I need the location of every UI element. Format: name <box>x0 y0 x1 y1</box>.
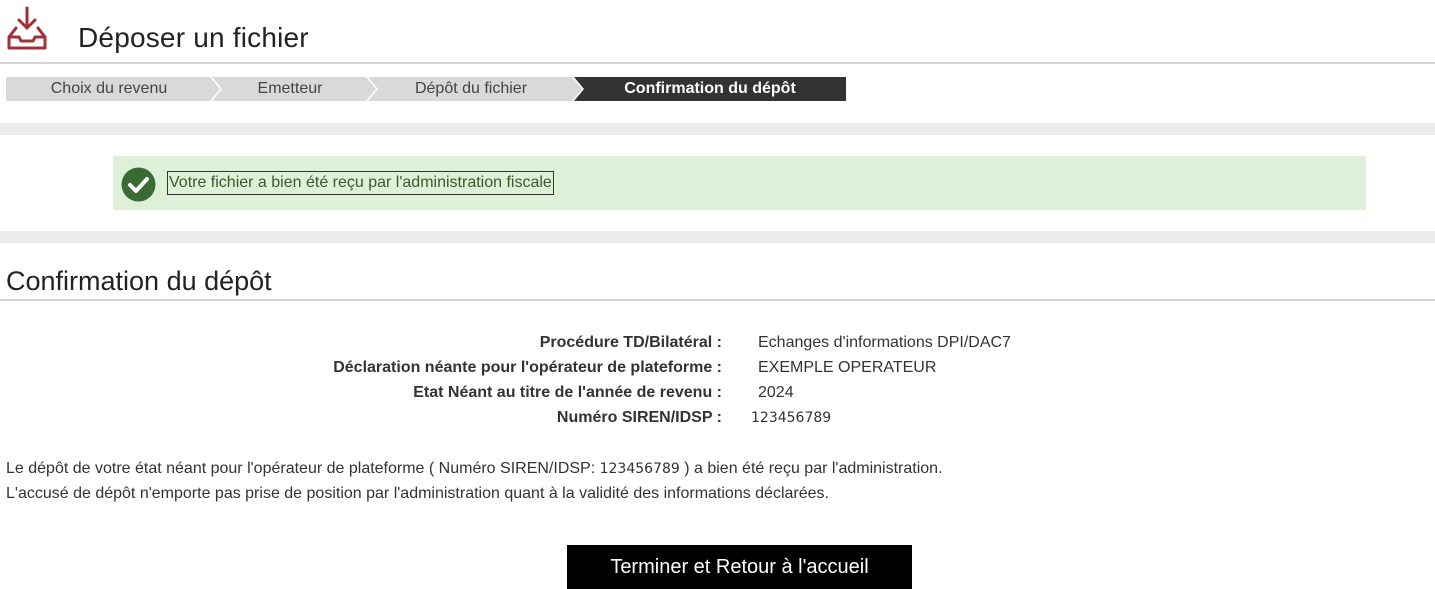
step-label: Choix du revenu <box>50 80 168 97</box>
detail-label: Déclaration néante pour l'opérateur de p… <box>333 359 722 376</box>
detail-label: Procédure TD/Bilatéral : <box>539 334 722 351</box>
detail-value: 2024 <box>758 384 794 401</box>
step-label: Dépôt du fichier <box>414 80 528 97</box>
check-circle-icon <box>121 167 156 202</box>
separator-band <box>0 231 1435 243</box>
step-label: Confirmation du dépôt <box>624 80 796 97</box>
section-divider <box>0 299 1435 301</box>
disclaimer-message: L'accusé de dépôt n'emporte pas prise de… <box>6 485 829 502</box>
page: Déposer un fichier Choix du revenu Emett… <box>0 0 1435 589</box>
detail-row-annee: Etat Néant au titre de l'année de revenu… <box>0 382 1435 404</box>
detail-row-siren: Numéro SIREN/IDSP : 123456789 <box>0 407 1435 429</box>
detail-value: 123456789 <box>751 410 832 426</box>
detail-value: EXEMPLE OPERATEUR <box>758 359 937 376</box>
page-title: Déposer un fichier <box>78 22 309 53</box>
detail-label: Etat Néant au titre de l'année de revenu… <box>413 384 722 401</box>
success-alert: Votre fichier a bien été reçu par l'admi… <box>113 156 1366 210</box>
step-confirmation-du-depot: Confirmation du dépôt <box>574 77 846 101</box>
section-title: Confirmation du dépôt <box>6 266 272 296</box>
finish-return-home-button[interactable]: Terminer et Retour à l'accueil <box>567 545 912 589</box>
step-emetteur: Emetteur <box>212 77 376 101</box>
message-text: Le dépôt de votre état néant pour l'opér… <box>6 460 600 477</box>
message-text: ) a bien été reçu par l'administration. <box>679 460 943 477</box>
detail-label: Numéro SIREN/IDSP : <box>556 409 722 426</box>
step-label: Emetteur <box>257 80 323 97</box>
step-choix-du-revenu: Choix du revenu <box>6 77 220 101</box>
confirmation-message: Le dépôt de votre état néant pour l'opér… <box>6 460 943 478</box>
page-header: Déposer un fichier <box>0 0 1435 64</box>
step-depot-du-fichier: Dépôt du fichier <box>368 77 582 101</box>
detail-row-operateur: Déclaration néante pour l'opérateur de p… <box>0 357 1435 379</box>
detail-value: Echanges d'informations DPI/DAC7 <box>758 334 1011 351</box>
alert-message: Votre fichier a bien été reçu par l'admi… <box>167 171 554 195</box>
inbox-download-icon <box>7 6 47 50</box>
separator-band <box>0 123 1435 135</box>
detail-row-procedure: Procédure TD/Bilatéral : Echanges d'info… <box>0 332 1435 354</box>
siren-number: 123456789 <box>599 461 680 477</box>
